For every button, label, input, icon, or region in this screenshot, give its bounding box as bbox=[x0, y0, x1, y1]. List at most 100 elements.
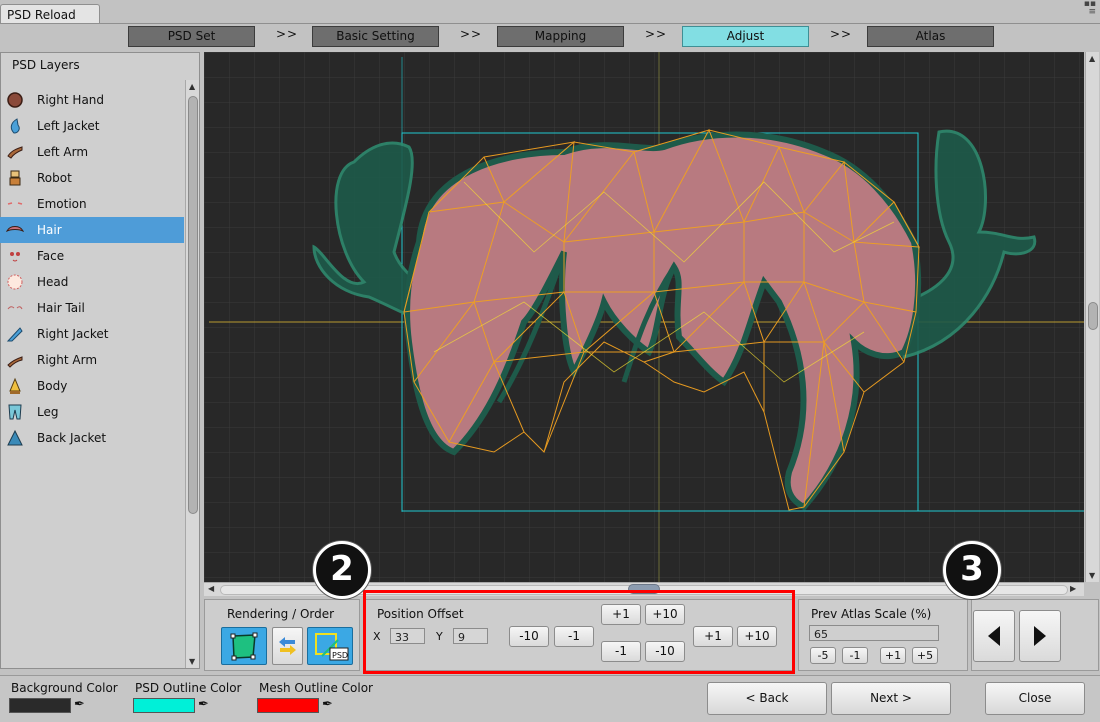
layers-scrollbar[interactable]: ▲ ▼ bbox=[185, 80, 199, 668]
layer-label: Face bbox=[37, 249, 65, 263]
hair-icon bbox=[5, 220, 25, 240]
close-button[interactable]: Close bbox=[985, 682, 1085, 715]
step-arrow: >> bbox=[830, 27, 853, 41]
jacket-icon bbox=[5, 116, 25, 136]
psd-layer-icon: PSD bbox=[315, 633, 349, 661]
step-arrow: >> bbox=[276, 27, 299, 41]
canvas-vertical-scrollbar-thumb[interactable] bbox=[1088, 302, 1098, 330]
scroll-down-icon[interactable]: ▼ bbox=[189, 657, 195, 666]
layer-label: Head bbox=[37, 275, 69, 289]
eyedropper-icon[interactable]: ✒ bbox=[198, 697, 209, 712]
layer-label: Robot bbox=[37, 171, 72, 185]
window-menu-icon[interactable]: ▪▪ ≡ bbox=[1084, 0, 1096, 17]
layer-label: Emotion bbox=[37, 197, 87, 211]
mesh-preview-canvas[interactable] bbox=[204, 52, 1084, 582]
mesh-preview bbox=[204, 52, 1084, 582]
background-color-swatch[interactable] bbox=[9, 698, 71, 713]
jacket-icon bbox=[5, 428, 25, 448]
step-adjust[interactable]: Adjust bbox=[682, 26, 809, 47]
layer-label: Hair bbox=[37, 223, 62, 237]
layer-item-left-jacket[interactable]: Left Jacket bbox=[0, 113, 184, 139]
layer-item-leg[interactable]: Leg bbox=[0, 399, 184, 425]
atlas-scale-plus-1-button[interactable]: +1 bbox=[880, 647, 906, 664]
arrow-right-icon bbox=[1034, 626, 1046, 646]
background-color-label: Background Color bbox=[11, 681, 118, 695]
scroll-up-icon[interactable]: ▲ bbox=[1089, 54, 1095, 63]
jacket-icon bbox=[5, 324, 25, 344]
layer-item-right-arm[interactable]: Right Arm bbox=[0, 347, 184, 373]
layer-label: Body bbox=[37, 379, 68, 393]
scroll-left-icon[interactable]: ◀ bbox=[208, 584, 214, 593]
tab-bar-divider bbox=[0, 23, 1100, 24]
scroll-down-icon[interactable]: ▼ bbox=[1089, 571, 1095, 580]
face-icon bbox=[5, 246, 25, 266]
scroll-right-icon[interactable]: ▶ bbox=[1070, 584, 1076, 593]
layer-item-left-arm[interactable]: Left Arm bbox=[0, 139, 184, 165]
layer-label: Right Hand bbox=[37, 93, 105, 107]
layer-label: Right Jacket bbox=[37, 327, 109, 341]
window-title: PSD Reload bbox=[7, 8, 76, 22]
arm-icon bbox=[5, 142, 25, 162]
atlas-scale-field[interactable]: 65 bbox=[809, 625, 939, 641]
canvas-vertical-scrollbar[interactable]: ▲ ▼ bbox=[1085, 52, 1099, 582]
mesh-shape-icon bbox=[230, 632, 258, 661]
layer-item-back-jacket[interactable]: Back Jacket bbox=[0, 425, 184, 451]
layers-scrollbar-thumb[interactable] bbox=[188, 96, 198, 514]
robot-icon bbox=[5, 168, 25, 188]
next-layer-button[interactable] bbox=[1019, 610, 1061, 662]
swap-order-button[interactable] bbox=[272, 627, 303, 665]
layer-item-head[interactable]: Head bbox=[0, 269, 184, 295]
psd-outline-color-swatch[interactable] bbox=[133, 698, 195, 713]
layer-item-robot[interactable]: Robot bbox=[0, 165, 184, 191]
svg-text:PSD: PSD bbox=[332, 651, 348, 660]
emotion-icon bbox=[5, 194, 25, 214]
layer-label: Leg bbox=[37, 405, 59, 419]
window-tab[interactable]: PSD Reload bbox=[0, 4, 100, 24]
step-psd-set[interactable]: PSD Set bbox=[128, 26, 255, 47]
layer-item-right-hand[interactable]: Right Hand bbox=[0, 87, 184, 113]
step-arrow: >> bbox=[460, 27, 483, 41]
step-mapping[interactable]: Mapping bbox=[497, 26, 624, 47]
psd-render-button[interactable]: PSD bbox=[307, 627, 353, 665]
layer-label: Left Jacket bbox=[37, 119, 100, 133]
step-badge-2: 2 bbox=[313, 541, 371, 599]
atlas-scale-minus-1-button[interactable]: -1 bbox=[842, 647, 868, 664]
back-button[interactable]: < Back bbox=[707, 682, 827, 715]
mesh-render-button[interactable] bbox=[221, 627, 267, 665]
mesh-outline-color-swatch[interactable] bbox=[257, 698, 319, 713]
layer-item-body[interactable]: Body bbox=[0, 373, 184, 399]
prev-layer-button[interactable] bbox=[973, 610, 1015, 662]
layer-item-face[interactable]: Face bbox=[0, 243, 184, 269]
swap-arrows-icon bbox=[279, 637, 296, 655]
atlas-scale-plus-5-button[interactable]: +5 bbox=[912, 647, 938, 664]
atlas-scale-minus-5-button[interactable]: -5 bbox=[810, 647, 836, 664]
head-icon bbox=[5, 272, 25, 292]
layer-item-right-jacket[interactable]: Right Jacket bbox=[0, 321, 184, 347]
rendering-order-title: Rendering / Order bbox=[227, 607, 335, 621]
layer-label: Back Jacket bbox=[37, 431, 107, 445]
layer-item-emotion[interactable]: Emotion bbox=[0, 191, 184, 217]
atlas-scale-title: Prev Atlas Scale (%) bbox=[811, 607, 932, 621]
layer-item-hair-tail[interactable]: Hair Tail bbox=[0, 295, 184, 321]
step-basic-setting[interactable]: Basic Setting bbox=[312, 26, 439, 47]
scroll-up-icon[interactable]: ▲ bbox=[189, 82, 195, 91]
arrow-left-icon bbox=[988, 626, 1000, 646]
eyedropper-icon[interactable]: ✒ bbox=[322, 697, 333, 712]
step-badge-3: 3 bbox=[943, 541, 1001, 599]
psd-outline-color-label: PSD Outline Color bbox=[135, 681, 242, 695]
leg-icon bbox=[5, 402, 25, 422]
hair-tail-icon bbox=[5, 298, 25, 318]
layer-label: Left Arm bbox=[37, 145, 89, 159]
hand-icon bbox=[5, 90, 25, 110]
step-arrow: >> bbox=[645, 27, 668, 41]
layer-label: Hair Tail bbox=[37, 301, 85, 315]
step-atlas[interactable]: Atlas bbox=[867, 26, 994, 47]
eyedropper-icon[interactable]: ✒ bbox=[74, 697, 85, 712]
layer-label: Right Arm bbox=[37, 353, 98, 367]
body-icon bbox=[5, 376, 25, 396]
layers-panel-title: PSD Layers bbox=[12, 58, 80, 72]
arm-icon bbox=[5, 350, 25, 370]
next-button[interactable]: Next > bbox=[831, 682, 951, 715]
layer-item-hair[interactable]: Hair bbox=[0, 217, 184, 243]
mesh-outline-color-label: Mesh Outline Color bbox=[259, 681, 373, 695]
